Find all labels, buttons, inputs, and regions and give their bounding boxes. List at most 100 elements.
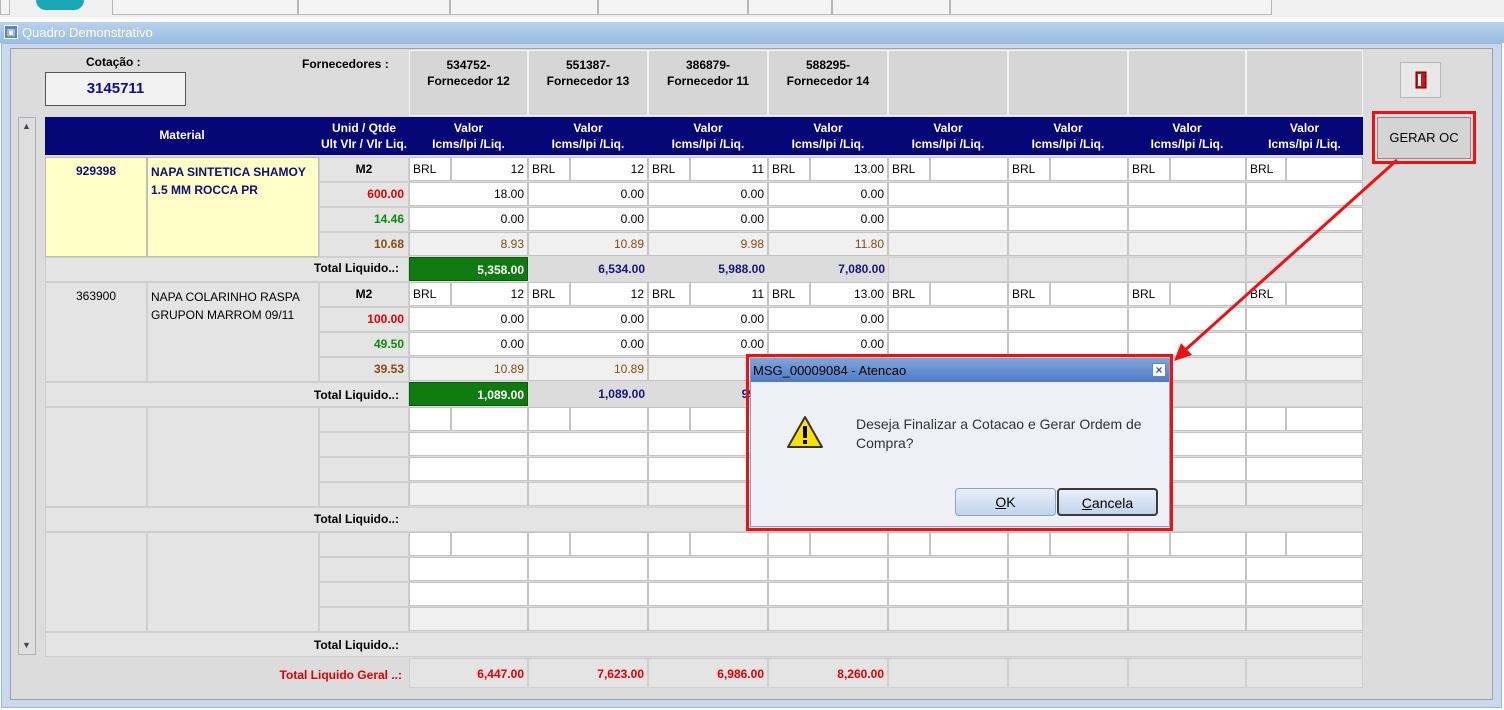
currency-field[interactable]: BRL [888, 282, 930, 306]
ipi-field[interactable]: 0.00 [648, 207, 768, 231]
currency-field[interactable] [409, 407, 451, 431]
currency-field[interactable] [768, 532, 810, 556]
value-field[interactable]: 12 [570, 282, 648, 306]
toolbar-segment[interactable] [748, 0, 832, 15]
ipi-field[interactable] [409, 582, 528, 606]
icms-field[interactable] [1246, 432, 1363, 456]
ipi-field[interactable] [528, 457, 648, 481]
material-description[interactable] [147, 407, 319, 507]
icms-field[interactable] [1008, 307, 1128, 331]
close-x-icon[interactable]: × [1152, 363, 1166, 377]
supplier-header[interactable] [1008, 50, 1128, 116]
value-field[interactable] [1170, 157, 1246, 181]
material-description[interactable] [147, 532, 319, 632]
value-field[interactable] [930, 157, 1008, 181]
value-field[interactable]: 12 [570, 157, 648, 181]
icms-field[interactable]: 0.00 [768, 182, 888, 206]
value-field[interactable] [1286, 532, 1363, 556]
supplier-header[interactable]: 534752- Fornecedor 12 [409, 50, 528, 116]
value-field[interactable] [570, 407, 648, 431]
currency-field[interactable] [1128, 532, 1170, 556]
value-field[interactable] [690, 532, 768, 556]
material-description[interactable]: NAPA SINTETICA SHAMOY 1.5 MM ROCCA PR [147, 157, 319, 257]
value-field[interactable] [1050, 532, 1128, 556]
material-code[interactable] [45, 532, 147, 632]
icms-field[interactable]: 0.00 [528, 182, 648, 206]
icms-field[interactable]: 0.00 [648, 182, 768, 206]
currency-field[interactable]: BRL [1246, 157, 1286, 181]
supplier-header[interactable] [1128, 50, 1246, 116]
currency-field[interactable]: BRL [768, 157, 810, 181]
ipi-field[interactable] [1008, 332, 1128, 356]
icms-field[interactable] [409, 557, 528, 581]
currency-field[interactable]: BRL [409, 282, 451, 306]
value-field[interactable] [1050, 282, 1128, 306]
ipi-field[interactable]: 0.00 [409, 207, 528, 231]
ipi-field[interactable] [888, 582, 1008, 606]
icms-field[interactable]: 0.00 [528, 307, 648, 331]
material-description[interactable]: NAPA COLARINHO RASPA GRUPON MARROM 09/11 [147, 282, 319, 382]
ipi-field[interactable] [1128, 582, 1246, 606]
value-field[interactable] [930, 532, 1008, 556]
icms-field[interactable] [1008, 182, 1128, 206]
material-code[interactable]: 363900 [45, 282, 147, 382]
value-field[interactable] [1170, 407, 1246, 431]
supplier-header[interactable] [1246, 50, 1363, 116]
icms-field[interactable] [888, 557, 1008, 581]
exit-button[interactable] [1400, 62, 1441, 98]
currency-field[interactable]: BRL [1246, 282, 1286, 306]
value-field[interactable] [810, 532, 888, 556]
ipi-field[interactable]: 0.00 [528, 207, 648, 231]
icms-field[interactable] [528, 432, 648, 456]
supplier-header[interactable]: 551387- Fornecedor 13 [528, 50, 648, 116]
ipi-field[interactable] [1246, 207, 1363, 231]
value-field[interactable]: 13.00 [810, 282, 888, 306]
value-field[interactable] [1286, 157, 1363, 181]
icms-field[interactable] [1246, 307, 1363, 331]
currency-field[interactable] [1246, 532, 1286, 556]
value-field[interactable]: 11 [690, 282, 768, 306]
currency-field[interactable]: BRL [528, 157, 570, 181]
icms-field[interactable] [528, 557, 648, 581]
currency-field[interactable] [648, 532, 690, 556]
value-field[interactable] [570, 532, 648, 556]
currency-field[interactable]: BRL [648, 282, 690, 306]
cancel-button[interactable]: Cancela [1057, 488, 1158, 516]
toolbar-segment[interactable] [950, 0, 1272, 15]
icms-field[interactable] [1128, 307, 1246, 331]
ipi-field[interactable] [1008, 207, 1128, 231]
ipi-field[interactable]: 0.00 [648, 332, 768, 356]
ok-button[interactable]: OK [955, 488, 1056, 516]
ipi-field[interactable] [768, 582, 888, 606]
icms-field[interactable] [1128, 557, 1246, 581]
ipi-field[interactable] [888, 207, 1008, 231]
ipi-field[interactable] [1008, 582, 1128, 606]
currency-field[interactable]: BRL [409, 157, 451, 181]
value-field[interactable] [451, 407, 528, 431]
cotacao-value-field[interactable]: 3145711 [45, 72, 186, 106]
scroll-up-icon[interactable]: ▲ [22, 121, 31, 131]
currency-field[interactable]: BRL [528, 282, 570, 306]
vertical-scrollbar[interactable]: ▲ ▼ [18, 117, 36, 655]
currency-field[interactable] [409, 532, 451, 556]
supplier-header[interactable]: 588295- Fornecedor 14 [768, 50, 888, 116]
scroll-down-icon[interactable]: ▼ [22, 640, 31, 650]
value-field[interactable] [930, 282, 1008, 306]
icms-field[interactable] [1246, 557, 1363, 581]
ipi-field[interactable] [1128, 207, 1246, 231]
ipi-field[interactable]: 0.00 [528, 332, 648, 356]
icms-field[interactable] [648, 557, 768, 581]
ipi-field[interactable]: 0.00 [768, 332, 888, 356]
value-field[interactable]: 12 [451, 157, 528, 181]
value-field[interactable] [1170, 282, 1246, 306]
value-field[interactable]: 11 [690, 157, 768, 181]
ipi-field[interactable]: 0.00 [768, 207, 888, 231]
value-field[interactable] [451, 532, 528, 556]
ipi-field[interactable] [528, 582, 648, 606]
supplier-header[interactable]: 386879- Fornecedor 11 [648, 50, 768, 116]
ipi-field[interactable] [1246, 582, 1363, 606]
toolbar-segment[interactable] [298, 0, 450, 15]
currency-field[interactable]: BRL [1008, 157, 1050, 181]
currency-field[interactable]: BRL [888, 157, 930, 181]
icms-field[interactable] [768, 557, 888, 581]
